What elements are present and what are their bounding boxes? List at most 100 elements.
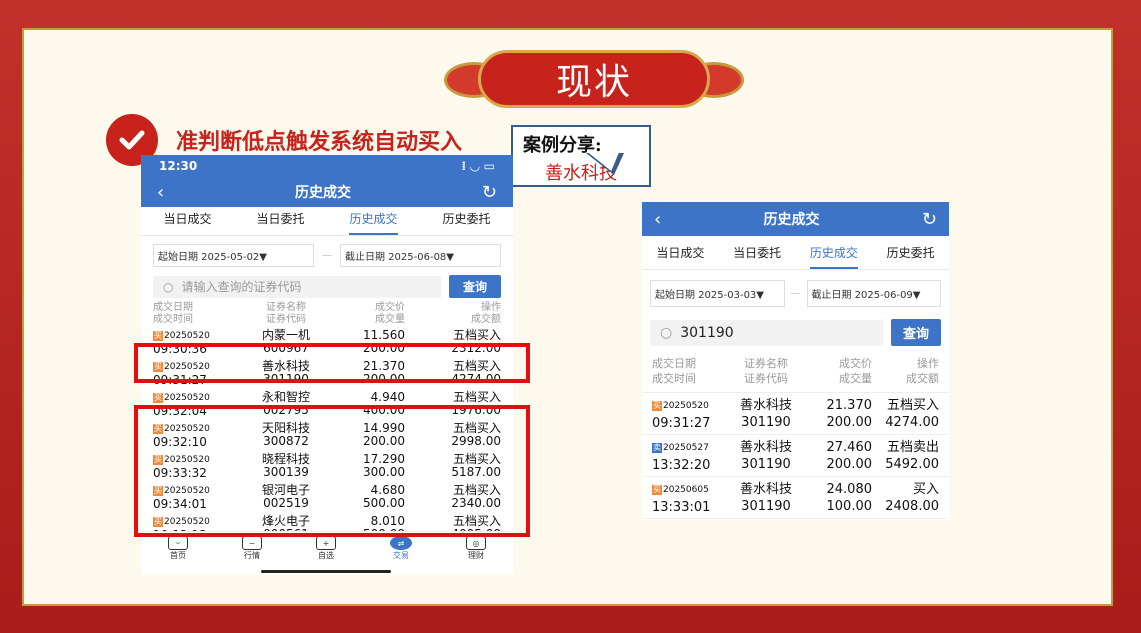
highlight-box-case [134, 343, 530, 383]
header-stock-name: 证券名称 [744, 357, 788, 370]
tabbar-wealth[interactable]: ◎ 理财 [466, 536, 486, 575]
search-row: ○ 请输入查询的证券代码 查询 [141, 273, 513, 302]
trade-operation: 五档买入 [452, 327, 501, 342]
end-date-select[interactable]: 截止日期 2025-06-08▼ [340, 244, 501, 267]
refresh-icon[interactable]: ↻ [922, 209, 937, 230]
stock-code: 301190 [741, 456, 791, 472]
trade-operation: 五档买入 [452, 389, 501, 404]
search-placeholder: 请输入查询的证券代码 [181, 280, 302, 294]
tab-bar-right: 当日成交 当日委托 历史成交 历史委托 [642, 236, 949, 270]
tab-today-trades[interactable]: 当日成交 [163, 207, 211, 235]
trade-time: 13:32:20 [652, 457, 711, 473]
header-trade-time: 成交时间 [652, 372, 696, 385]
header-operation: 操作 [917, 357, 939, 370]
trade-price: 21.370 [826, 397, 873, 413]
start-date-select[interactable]: 起始日期 2025-03-03▼ [650, 280, 785, 307]
search-input[interactable]: ○ 请输入查询的证券代码 [153, 275, 441, 298]
trade-amount: 2408.00 [885, 498, 939, 514]
trade-date: 20250520 [663, 400, 709, 411]
stock-name: 永和智控 [261, 389, 310, 404]
header-operation: 操作 [481, 302, 501, 313]
search-icon: ○ [660, 324, 673, 341]
tab-history-trades[interactable]: 历史成交 [809, 236, 858, 269]
end-date-select[interactable]: 截止日期 2025-06-09▼ [806, 280, 941, 307]
tab-bar: 当日成交 当日委托 历史成交 历史委托 [141, 207, 513, 236]
trade-time: 09:31:27 [652, 415, 711, 431]
header-stock-name: 证券名称 [266, 302, 306, 313]
callout-tail-fill [588, 153, 626, 171]
date-range-right: 起始日期 2025-03-03▼ — 截止日期 2025-06-09▼ [642, 270, 949, 313]
status-icons: ⁞ ◡ ▭ [461, 159, 495, 173]
plus-icon: + [316, 536, 336, 550]
chart-icon: ~ [242, 536, 262, 550]
tabbar-trade[interactable]: ⇌ 交易 [390, 536, 412, 575]
tab-today-orders[interactable]: 当日委托 [733, 236, 781, 269]
trade-date: 20250605 [663, 484, 709, 495]
table-row[interactable]: 卖 20250527 13:32:20 善水科技 301190 27.460 200.00 五… [642, 435, 949, 477]
trade-type-badge: 买 [153, 330, 163, 341]
trade-operation: 五档买入 [886, 397, 939, 413]
trade-quantity: 200.00 [826, 414, 873, 430]
header-amount: 成交额 [471, 314, 501, 325]
start-date-select[interactable]: 起始日期 2025-05-02▼ [153, 244, 314, 267]
slide-title: 现状 [555, 62, 632, 103]
tabbar-watchlist-label: 自选 [318, 551, 334, 560]
table-row[interactable]: 买 20250520 09:31:27 善水科技 301190 21.370 200.00 五… [642, 393, 949, 435]
tabbar-wealth-label: 理财 [468, 551, 484, 560]
back-icon[interactable]: ‹ [157, 182, 164, 203]
nav-bar: ‹ 历史成交 ↻ [141, 177, 513, 207]
tabbar-trade-label: 交易 [393, 551, 409, 560]
phone-screenshot-right: ‹ 历史成交 ↻ 当日成交 当日委托 历史成交 历史委托 起始日期 2025-0… [642, 202, 949, 520]
home-indicator [261, 570, 391, 573]
table-row[interactable]: 买 20250605 13:33:01 善水科技 301190 24.080 100.00 买… [642, 477, 949, 519]
search-input[interactable]: ○ 301190 [650, 319, 883, 346]
trade-quantity: 200.00 [826, 456, 873, 472]
header-trade-date: 成交日期 [652, 357, 696, 370]
header-trade-date: 成交日期 [153, 302, 193, 313]
query-button[interactable]: 查询 [448, 275, 501, 298]
case-callout: 案例分享: 善水科技 [511, 125, 651, 187]
status-bar: 12:30 ⁞ ◡ ▭ [141, 155, 513, 177]
stock-code: 301190 [741, 414, 791, 430]
slide-heading: 准判断低点触发系统自动买入 [176, 130, 463, 155]
trade-list-right: 买 20250520 09:31:27 善水科技 301190 21.370 200.00 五… [642, 393, 949, 519]
trade-type-badge: 买 [652, 484, 662, 495]
stock-name: 内蒙一机 [261, 327, 310, 342]
header-price: 成交价 [375, 302, 405, 313]
stock-name: 善水科技 [739, 439, 792, 455]
header-stock-code: 证券代码 [266, 314, 306, 325]
trade-amount: 5492.00 [885, 456, 939, 472]
tabbar-market-label: 行情 [244, 551, 260, 560]
trade-price: 27.460 [826, 439, 873, 455]
header-quantity: 成交量 [375, 314, 405, 325]
header-amount: 成交额 [906, 372, 939, 385]
header-stock-code: 证券代码 [744, 372, 788, 385]
trade-type-badge: 卖 [652, 442, 662, 453]
tab-history-trades[interactable]: 历史成交 [349, 207, 398, 235]
nav-title: 历史成交 [295, 185, 352, 201]
status-time: 12:30 [159, 159, 198, 173]
trade-time: 13:33:01 [652, 499, 711, 515]
search-row-right: ○ 301190 查询 [642, 313, 949, 352]
trade-type-badge: 买 [652, 400, 662, 411]
tab-today-orders[interactable]: 当日委托 [256, 207, 304, 235]
search-value: 301190 [680, 324, 734, 341]
highlight-box-others [134, 405, 530, 537]
search-icon: ○ [163, 279, 174, 294]
tabbar-market[interactable]: ~ 行情 [242, 536, 262, 575]
tab-history-orders[interactable]: 历史委托 [442, 207, 490, 235]
trade-date: 20250520 [164, 392, 210, 403]
refresh-icon[interactable]: ↻ [482, 182, 497, 203]
tabbar-home[interactable]: ⌣ 首页 [168, 536, 188, 575]
stock-name: 善水科技 [739, 481, 792, 497]
nav-bar-right: ‹ 历史成交 ↻ [642, 202, 949, 236]
query-button[interactable]: 查询 [890, 319, 941, 346]
back-icon[interactable]: ‹ [654, 209, 661, 230]
date-range: 起始日期 2025-05-02▼ — 截止日期 2025-06-08▼ [141, 236, 513, 273]
stock-code: 301190 [741, 498, 791, 514]
tab-history-orders[interactable]: 历史委托 [887, 236, 935, 269]
nav-title-right: 历史成交 [763, 212, 820, 228]
trade-operation: 买入 [912, 481, 939, 497]
tab-today-trades[interactable]: 当日成交 [656, 236, 704, 269]
trade-price: 11.560 [363, 327, 405, 342]
